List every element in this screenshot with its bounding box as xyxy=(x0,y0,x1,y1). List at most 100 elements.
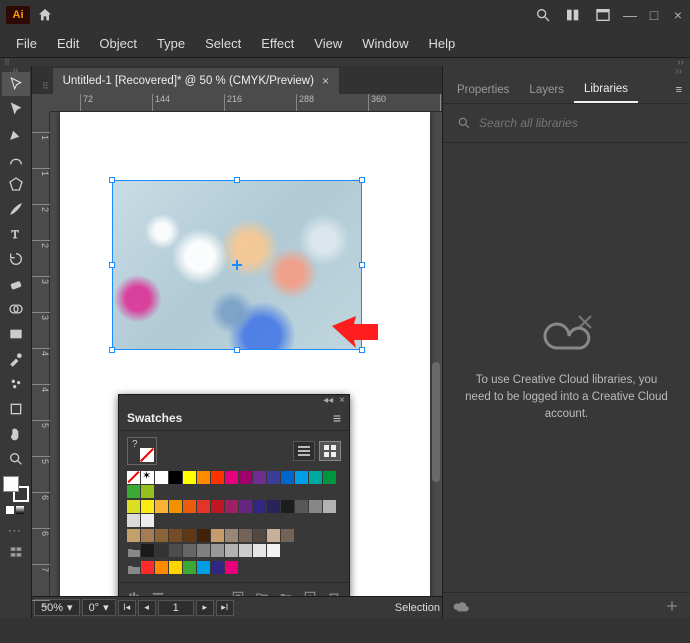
handle-tl[interactable] xyxy=(109,177,115,183)
zoom-tool[interactable] xyxy=(2,447,30,471)
swatch[interactable] xyxy=(239,471,252,484)
swatch[interactable] xyxy=(169,529,182,542)
swatch[interactable] xyxy=(197,544,210,557)
menu-effect[interactable]: Effect xyxy=(251,32,304,55)
swatch[interactable] xyxy=(155,471,168,484)
new-color-group-icon[interactable] xyxy=(255,590,269,597)
menu-window[interactable]: Window xyxy=(352,32,418,55)
swatch[interactable] xyxy=(183,544,196,557)
hand-tool[interactable] xyxy=(2,422,30,446)
swatch[interactable] xyxy=(225,500,238,513)
swatch[interactable] xyxy=(127,485,140,498)
swatch[interactable] xyxy=(211,471,224,484)
handle-bl[interactable] xyxy=(109,347,115,353)
panel-collapse-icon[interactable]: ›› xyxy=(443,66,690,76)
menu-help[interactable]: Help xyxy=(418,32,465,55)
swatch[interactable] xyxy=(169,471,182,484)
swatch[interactable] xyxy=(127,500,140,513)
close-tab-icon[interactable]: × xyxy=(322,74,329,88)
swatch[interactable] xyxy=(155,561,168,574)
tools-overflow[interactable]: ⋯ xyxy=(8,522,24,539)
artboard-last[interactable]: ▸I xyxy=(216,600,234,616)
swatch[interactable] xyxy=(183,471,196,484)
panel-menu-icon[interactable]: ≡ xyxy=(668,80,690,100)
swatch[interactable] xyxy=(253,529,266,542)
swatch[interactable] xyxy=(323,471,336,484)
swatch[interactable] xyxy=(197,471,210,484)
swatch[interactable] xyxy=(141,561,154,574)
swatches-menu-icon[interactable]: ≡ xyxy=(333,410,341,426)
search-icon[interactable] xyxy=(528,0,558,30)
swatch[interactable] xyxy=(225,544,238,557)
folder-icon[interactable] xyxy=(127,562,140,575)
menu-object[interactable]: Object xyxy=(89,32,147,55)
swatch[interactable] xyxy=(183,529,196,542)
paintbrush-tool[interactable] xyxy=(2,197,30,221)
swatch[interactable] xyxy=(141,471,154,484)
new-swatch-icon[interactable] xyxy=(303,590,317,597)
swatch[interactable] xyxy=(155,500,168,513)
window-minimize[interactable]: — xyxy=(618,4,642,26)
new-folder-icon[interactable] xyxy=(279,590,293,597)
swatch[interactable] xyxy=(225,471,238,484)
scrollbar-vertical[interactable] xyxy=(432,362,440,482)
gradient-tool[interactable] xyxy=(2,322,30,346)
swatch[interactable] xyxy=(309,500,322,513)
swatch[interactable] xyxy=(197,561,210,574)
swatch[interactable] xyxy=(141,529,154,542)
swatch-options-icon[interactable] xyxy=(231,590,245,597)
ruler-horizontal[interactable]: 72 144 216 288 360 432 xyxy=(50,94,442,112)
swatch[interactable] xyxy=(197,529,210,542)
eyedropper-tool[interactable] xyxy=(2,347,30,371)
window-close[interactable]: × xyxy=(666,4,690,26)
swatch[interactable] xyxy=(169,544,182,557)
handle-l[interactable] xyxy=(109,262,115,268)
swatch[interactable] xyxy=(211,529,224,542)
shape-builder-tool[interactable] xyxy=(2,297,30,321)
swatch[interactable] xyxy=(295,500,308,513)
swatches-panel[interactable]: ◂◂ × Swatches ≡ ? xyxy=(118,394,350,596)
swatch[interactable] xyxy=(155,544,168,557)
swatch[interactable] xyxy=(309,471,322,484)
swatch[interactable] xyxy=(169,561,182,574)
swatches-close-icon[interactable]: × xyxy=(339,395,345,406)
handle-t[interactable] xyxy=(234,177,240,183)
swatch[interactable] xyxy=(239,500,252,513)
swatch[interactable] xyxy=(281,471,294,484)
tab-layers[interactable]: Layers xyxy=(519,78,574,102)
artboard-number[interactable]: 1 xyxy=(158,600,194,616)
fill-stroke-indicator[interactable] xyxy=(3,476,29,502)
swatch[interactable] xyxy=(225,561,238,574)
arrange-documents-icon[interactable] xyxy=(558,0,588,30)
swatch[interactable] xyxy=(211,561,224,574)
swatch[interactable] xyxy=(281,500,294,513)
edit-toolbar-icon[interactable] xyxy=(9,545,23,562)
swatch[interactable] xyxy=(295,471,308,484)
swatch[interactable] xyxy=(127,471,140,484)
rotate-combo[interactable]: 0°▾ xyxy=(82,599,116,616)
swatch[interactable] xyxy=(141,485,154,498)
swatch[interactable] xyxy=(239,544,252,557)
artboard-prev[interactable]: ◂ xyxy=(138,600,156,616)
add-content-icon[interactable] xyxy=(664,598,680,614)
swatch-libraries-icon[interactable] xyxy=(127,590,141,597)
swatch[interactable] xyxy=(169,500,182,513)
direct-selection-tool[interactable] xyxy=(2,97,30,121)
swatch[interactable] xyxy=(211,544,224,557)
rotate-tool[interactable] xyxy=(2,247,30,271)
rectangle-tool[interactable] xyxy=(2,172,30,196)
tab-properties[interactable]: Properties xyxy=(447,78,519,102)
delete-swatch-icon[interactable] xyxy=(327,590,341,597)
swatch[interactable] xyxy=(267,529,280,542)
menu-edit[interactable]: Edit xyxy=(47,32,89,55)
swatch[interactable] xyxy=(225,529,238,542)
handle-r[interactable] xyxy=(359,262,365,268)
tab-libraries[interactable]: Libraries xyxy=(574,77,638,103)
artboard-first[interactable]: I◂ xyxy=(118,600,136,616)
swatch-kind-menu-icon[interactable] xyxy=(151,590,165,597)
swatch[interactable] xyxy=(239,529,252,542)
swatch[interactable] xyxy=(141,544,154,557)
swatch[interactable] xyxy=(253,471,266,484)
swatch[interactable] xyxy=(155,529,168,542)
swatch[interactable] xyxy=(267,544,280,557)
